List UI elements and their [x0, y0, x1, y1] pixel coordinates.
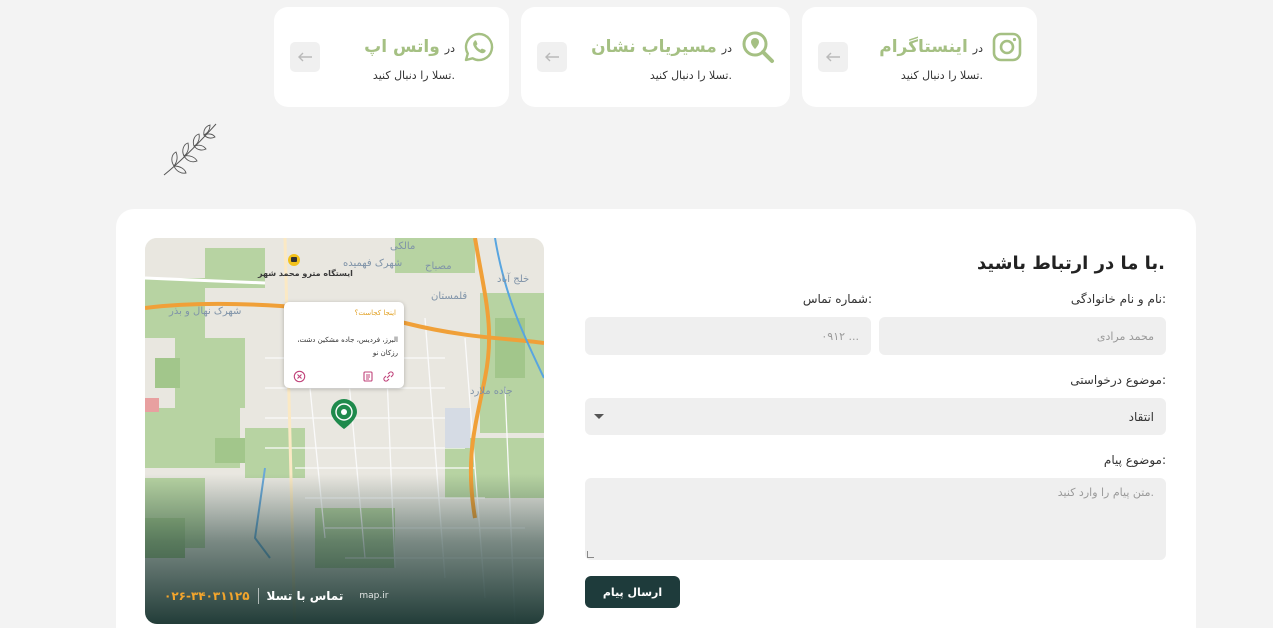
- arrow-left-icon: [298, 52, 312, 62]
- instagram-card[interactable]: در اینستاگرام تسلا را دنبال کنید.: [802, 7, 1037, 107]
- location-map[interactable]: شهرک فهمیده مصباح قلمستان شهرک نهال و بذ…: [145, 238, 544, 624]
- phone-label: شماره تماس:: [802, 292, 872, 306]
- whatsapp-title: در واتس اپ: [364, 37, 455, 57]
- location-pin-icon: [331, 399, 357, 429]
- neshan-brand: مسیریاب نشان: [591, 37, 717, 57]
- whatsapp-icon: [464, 32, 494, 62]
- metro-station-label: ایستگاه مترو محمد شهر: [258, 269, 353, 278]
- instagram-icon: [992, 32, 1022, 62]
- select-caret-icon: [594, 414, 604, 419]
- footer-phone[interactable]: ۰۲۶-۳۴۰۳۱۱۲۵: [164, 589, 250, 603]
- arrow-left-icon: [826, 52, 840, 62]
- map-place-3: قلمستان: [431, 291, 468, 302]
- whatsapp-prefix: در: [444, 42, 455, 55]
- footer-divider: [257, 588, 259, 604]
- whatsapp-subtitle: تسلا را دنبال کنید.: [372, 69, 455, 82]
- map-footer: ۰۲۶-۳۴۰۳۱۱۲۵ تماس با تسلا map.ir: [164, 588, 388, 604]
- name-label: نام و نام خانوادگی:: [1070, 292, 1166, 306]
- whatsapp-card[interactable]: در واتس اپ تسلا را دنبال کنید.: [274, 7, 509, 107]
- footer-contact-label: تماس با تسلا: [266, 589, 344, 603]
- phone-field[interactable]: ۰۹۱۲ ...: [585, 317, 871, 355]
- instagram-prefix: در: [972, 42, 983, 55]
- map-place-4: شهرک نهال و بذر: [169, 306, 242, 317]
- contact-panel: با ما در ارتباط باشید. نام و نام خانوادگ…: [116, 209, 1196, 628]
- form-title: با ما در ارتباط باشید.: [977, 253, 1165, 274]
- popup-address: البرز، فردیس، جاده مشکین دشت، رزکان نو: [297, 336, 398, 357]
- metro-icon: [288, 254, 300, 266]
- neshan-prefix: در: [721, 42, 732, 55]
- message-label: موضوع پیام:: [1103, 453, 1166, 467]
- resize-handle[interactable]: [587, 551, 594, 558]
- message-textarea[interactable]: متن پیام را وارد کنید.: [585, 478, 1166, 560]
- neshan-card[interactable]: در مسیریاب نشان تسلا را دنبال کنید.: [521, 7, 790, 107]
- leaf-sprig-icon: [163, 123, 217, 176]
- instagram-brand: اینستاگرام: [879, 37, 968, 57]
- instagram-subtitle: تسلا را دنبال کنید.: [900, 69, 983, 82]
- map-place-7: مالکی: [390, 241, 416, 252]
- link-icon[interactable]: [382, 370, 395, 383]
- instagram-arrow-button[interactable]: [818, 42, 848, 72]
- whatsapp-brand: واتس اپ: [364, 37, 440, 57]
- copy-icon[interactable]: [361, 370, 374, 383]
- map-place-1: شهرک فهمیده: [343, 258, 403, 269]
- name-field[interactable]: محمد مرادی: [879, 317, 1166, 355]
- neshan-subtitle: تسلا را دنبال کنید.: [649, 69, 732, 82]
- arrow-left-icon: [545, 52, 559, 62]
- subject-select[interactable]: انتقاد: [585, 398, 1166, 435]
- map-credit[interactable]: map.ir: [359, 591, 388, 601]
- subject-label: موضوع درخواستی:: [1070, 373, 1166, 387]
- close-circle-icon[interactable]: [293, 370, 306, 383]
- map-place-5: جاده ملارد: [470, 386, 513, 397]
- neshan-arrow-button[interactable]: [537, 42, 567, 72]
- popup-title: اینجا کجاست؟: [354, 309, 396, 317]
- whatsapp-arrow-button[interactable]: [290, 42, 320, 72]
- map-place-2: مصباح: [425, 261, 452, 272]
- message-placeholder: متن پیام را وارد کنید.: [1057, 486, 1154, 499]
- neshan-title: در مسیریاب نشان: [591, 37, 732, 57]
- subject-select-value: انتقاد: [1128, 409, 1154, 424]
- neshan-search-icon: [742, 31, 774, 63]
- map-popup: اینجا کجاست؟ البرز، فردیس، جاده مشکین دش…: [284, 302, 404, 388]
- send-message-button[interactable]: ارسال پیام: [585, 576, 680, 608]
- map-place-6: خلج آباد: [497, 274, 530, 285]
- instagram-title: در اینستاگرام: [879, 37, 983, 57]
